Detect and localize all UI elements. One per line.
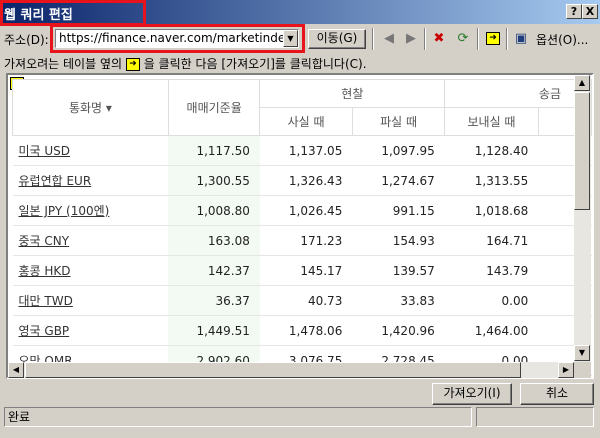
header-cash-sell: 파실 때 [351, 107, 446, 136]
cash-sell: 1,420.96 [352, 315, 445, 346]
table-row: 홍콩 HKD 142.37 145.17 139.57 143.79 [12, 255, 592, 286]
cash-sell: 139.57 [352, 255, 445, 286]
cash-sell: 991.15 [352, 195, 445, 226]
title-highlight [0, 0, 146, 26]
base-rate: 1,449.51 [168, 315, 260, 346]
currency-name[interactable]: 홍콩 HKD [12, 255, 169, 286]
base-rate: 1,300.55 [168, 165, 260, 196]
cash-buy: 145.17 [259, 255, 353, 286]
back-icon[interactable]: ◀ [380, 30, 398, 48]
currency-name[interactable]: 유럽연합 EUR [12, 165, 169, 196]
header-base-rate: 매매기준율 [167, 79, 261, 136]
send-rate: 164.71 [444, 225, 539, 256]
options-button[interactable]: 옵션(O)... [536, 31, 588, 48]
horizontal-scroll-thumb[interactable] [25, 362, 521, 378]
currency-name[interactable]: 중국 CNY [12, 225, 169, 256]
web-page-view: ➜ 통화명 ▾ 매매기준율 현찰 송금 사실 때 파실 때 보내실 때 받 미국… [6, 73, 594, 379]
table-row: 영국 GBP 1,449.51 1,478.06 1,420.96 1,464.… [12, 315, 592, 346]
address-highlight [50, 24, 305, 53]
hide-icons-icon[interactable]: ➜ [484, 30, 502, 48]
currency-name[interactable]: 대만 TWD [12, 285, 169, 316]
vertical-scroll-thumb[interactable] [574, 92, 590, 210]
address-label: 주소(D): [4, 33, 49, 47]
scroll-right-icon[interactable]: ▶ [558, 362, 574, 378]
refresh-icon[interactable]: ⟳ [454, 30, 472, 48]
forward-icon[interactable]: ▶ [402, 30, 420, 48]
send-rate: 1,128.40 [444, 135, 539, 166]
go-button[interactable]: 이동(G) [308, 29, 366, 49]
cash-buy: 1,326.43 [259, 165, 353, 196]
cash-buy: 1,478.06 [259, 315, 353, 346]
cash-buy: 40.73 [259, 285, 353, 316]
header-currency: 통화명 ▾ [12, 79, 169, 136]
save-query-icon[interactable]: ▣ [512, 30, 530, 48]
cancel-button[interactable]: 취소 [520, 383, 594, 405]
send-rate: 1,464.00 [444, 315, 539, 346]
base-rate: 1,117.50 [168, 135, 260, 166]
scrollbar-corner [574, 362, 591, 378]
import-button[interactable]: 가져오기(I) [432, 383, 512, 405]
cash-sell: 33.83 [352, 285, 445, 316]
base-rate: 36.37 [168, 285, 260, 316]
close-button[interactable]: X [582, 4, 598, 19]
currency-name[interactable]: 영국 GBP [12, 315, 169, 346]
stop-icon[interactable]: ✖ [430, 30, 448, 48]
send-rate: 1,313.55 [444, 165, 539, 196]
status-bar: 완료 [4, 407, 472, 427]
cash-buy: 171.23 [259, 225, 353, 256]
cash-buy: 1,026.45 [259, 195, 353, 226]
cash-sell: 154.93 [352, 225, 445, 256]
base-rate: 163.08 [168, 225, 260, 256]
instruction-text: 가져오려는 테이블 옆의 ➜ 을 클릭한 다음 [가져오기]를 클릭합니다(C)… [4, 55, 367, 72]
vertical-scrollbar[interactable]: ▲ ▼ [574, 75, 591, 362]
table-row: 미국 USD 1,117.50 1,137.05 1,097.95 1,128.… [12, 135, 592, 166]
cash-buy: 1,137.05 [259, 135, 353, 166]
currency-name[interactable]: 일본 JPY (100엔) [12, 195, 169, 226]
header-transfer-group: 송금 [444, 79, 592, 108]
send-rate: 1,018.68 [444, 195, 539, 226]
base-rate: 142.37 [168, 255, 260, 286]
horizontal-scrollbar[interactable]: ◀ ▶ [8, 362, 574, 378]
send-rate: 143.79 [444, 255, 539, 286]
table-row: 중국 CNY 163.08 171.23 154.93 164.71 [12, 225, 592, 256]
currency-name[interactable]: 미국 USD [12, 135, 169, 166]
toolbar-separator [372, 28, 374, 50]
scroll-left-icon[interactable]: ◀ [8, 362, 24, 378]
arrow-box-icon: ➜ [125, 58, 140, 71]
toolbar-separator [477, 28, 479, 50]
scroll-up-icon[interactable]: ▲ [574, 75, 590, 91]
instruction-before: 가져오려는 테이블 옆의 [4, 57, 123, 71]
toolbar-separator [506, 28, 508, 50]
toolbar-separator [424, 28, 426, 50]
exchange-rate-table: 통화명 ▾ 매매기준율 현찰 송금 사실 때 파실 때 보내실 때 받 미국 U… [12, 79, 592, 376]
header-send: 보내실 때 [444, 107, 539, 136]
header-cash-group: 현찰 [259, 79, 446, 108]
base-rate: 1,008.80 [168, 195, 260, 226]
help-button[interactable]: ? [566, 4, 582, 19]
cash-sell: 1,097.95 [352, 135, 445, 166]
table-row: 유럽연합 EUR 1,300.55 1,326.43 1,274.67 1,31… [12, 165, 592, 196]
cash-sell: 1,274.67 [352, 165, 445, 196]
table-row: 대만 TWD 36.37 40.73 33.83 0.00 [12, 285, 592, 316]
scroll-down-icon[interactable]: ▼ [574, 345, 590, 361]
table-row: 일본 JPY (100엔) 1,008.80 1,026.45 991.15 1… [12, 195, 592, 226]
header-cash-buy: 사실 때 [259, 107, 353, 136]
send-rate: 0.00 [444, 285, 539, 316]
status-bar-progress [476, 407, 594, 427]
instruction-after: 을 클릭한 다음 [가져오기]를 클릭합니다(C). [143, 57, 367, 71]
